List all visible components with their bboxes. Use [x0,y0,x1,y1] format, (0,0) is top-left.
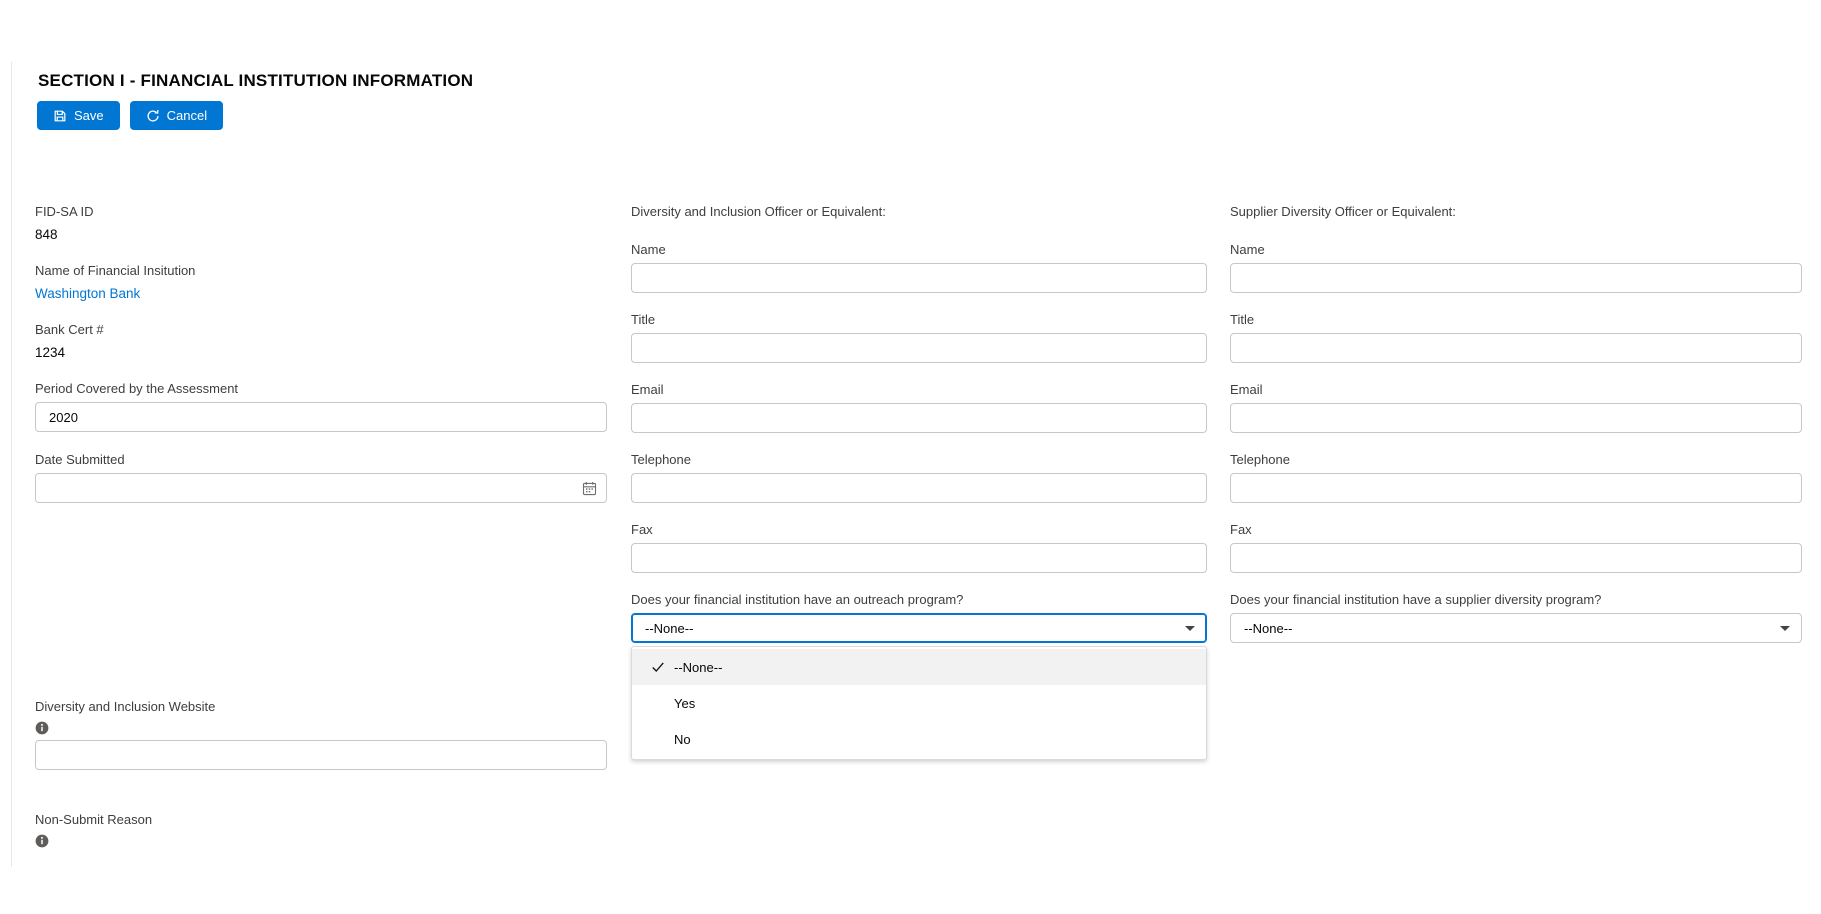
sdo-email-field: Email [1230,382,1802,433]
period-covered-label: Period Covered by the Assessment [35,381,607,397]
date-submitted-field: Date Submitted [35,452,607,503]
content-left-border [11,62,12,867]
dio-fax-label: Fax [631,522,1207,538]
bank-cert-field: Bank Cert # 1234 [35,322,607,363]
sdo-title-input[interactable] [1230,333,1802,363]
sdo-name-label: Name [1230,242,1802,258]
supplier-diversity-program-value: --None-- [1244,621,1292,636]
outreach-program-label: Does your financial institution have an … [631,592,1207,608]
undo-icon [146,109,160,123]
fid-sa-id-value: 848 [35,225,607,245]
page-title: SECTION I - FINANCIAL INSTITUTION INFORM… [38,71,473,91]
supplier-diversity-program-field: Does your financial institution have a s… [1230,592,1802,643]
sdo-fax-label: Fax [1230,522,1802,538]
sdo-section-header: Supplier Diversity Officer or Equivalent… [1230,204,1802,220]
dropdown-option-yes[interactable]: Yes [632,685,1206,721]
dio-email-input[interactable] [631,403,1207,433]
sdo-fax-input[interactable] [1230,543,1802,573]
diversity-website-label: Diversity and Inclusion Website [35,699,607,715]
outreach-program-dropdown: --None-- Yes No [631,646,1207,760]
diversity-website-input[interactable] [35,740,607,770]
dropdown-option-label: Yes [674,696,695,711]
sdo-title-field: Title [1230,312,1802,363]
outreach-program-field: Does your financial institution have an … [631,592,1207,643]
cancel-button[interactable]: Cancel [130,101,223,130]
non-submit-reason-label: Non-Submit Reason [35,812,607,828]
info-icon[interactable] [35,834,49,848]
save-button-label: Save [74,108,104,123]
right-column: Supplier Diversity Officer or Equivalent… [1230,204,1802,662]
dio-name-input[interactable] [631,263,1207,293]
dropdown-option-label: No [674,732,691,747]
dropdown-option-no[interactable]: No [632,721,1206,757]
middle-column: Diversity and Inclusion Officer or Equiv… [631,204,1207,662]
sdo-telephone-label: Telephone [1230,452,1802,468]
chevron-down-icon [1780,626,1790,631]
fid-sa-id-label: FID-SA ID [35,204,607,220]
info-icon[interactable] [35,721,49,735]
check-icon [651,660,665,674]
left-column: FID-SA ID 848 Name of Financial Insituti… [35,204,607,853]
sdo-telephone-field: Telephone [1230,452,1802,503]
sdo-telephone-input[interactable] [1230,473,1802,503]
sdo-email-label: Email [1230,382,1802,398]
dio-name-field: Name [631,242,1207,293]
dropdown-option-none[interactable]: --None-- [632,649,1206,685]
supplier-diversity-program-combobox[interactable]: --None-- [1230,613,1802,643]
save-icon [53,109,67,123]
period-covered-field: Period Covered by the Assessment [35,381,607,432]
dropdown-option-label: --None-- [674,660,722,675]
dio-title-input[interactable] [631,333,1207,363]
period-covered-input[interactable] [35,402,607,432]
dio-email-field: Email [631,382,1207,433]
sdo-fax-field: Fax [1230,522,1802,573]
dio-title-field: Title [631,312,1207,363]
dio-email-label: Email [631,382,1207,398]
institution-name-label: Name of Financial Insitution [35,263,607,279]
dio-name-label: Name [631,242,1207,258]
bank-cert-label: Bank Cert # [35,322,607,338]
sdo-name-field: Name [1230,242,1802,293]
outreach-program-value: --None-- [645,621,693,636]
dio-title-label: Title [631,312,1207,328]
non-submit-reason-field: Non-Submit Reason [35,812,607,853]
outreach-program-combobox[interactable]: --None-- [631,613,1207,643]
toolbar: Save Cancel [37,101,223,130]
dio-fax-field: Fax [631,522,1207,573]
dio-section-header: Diversity and Inclusion Officer or Equiv… [631,204,1207,220]
calendar-icon[interactable] [582,481,597,501]
institution-name-field: Name of Financial Insitution Washington … [35,263,607,304]
date-submitted-input[interactable] [35,473,607,503]
dio-telephone-label: Telephone [631,452,1207,468]
dio-fax-input[interactable] [631,543,1207,573]
dio-telephone-input[interactable] [631,473,1207,503]
sdo-name-input[interactable] [1230,263,1802,293]
fid-sa-id-field: FID-SA ID 848 [35,204,607,245]
sdo-email-input[interactable] [1230,403,1802,433]
dio-telephone-field: Telephone [631,452,1207,503]
cancel-button-label: Cancel [167,108,207,123]
date-submitted-label: Date Submitted [35,452,607,468]
bank-cert-value: 1234 [35,343,607,363]
sdo-title-label: Title [1230,312,1802,328]
save-button[interactable]: Save [37,101,120,130]
institution-name-link[interactable]: Washington Bank [35,286,140,301]
supplier-diversity-program-label: Does your financial institution have a s… [1230,592,1802,608]
diversity-website-field: Diversity and Inclusion Website [35,699,607,770]
chevron-down-icon [1185,626,1195,631]
